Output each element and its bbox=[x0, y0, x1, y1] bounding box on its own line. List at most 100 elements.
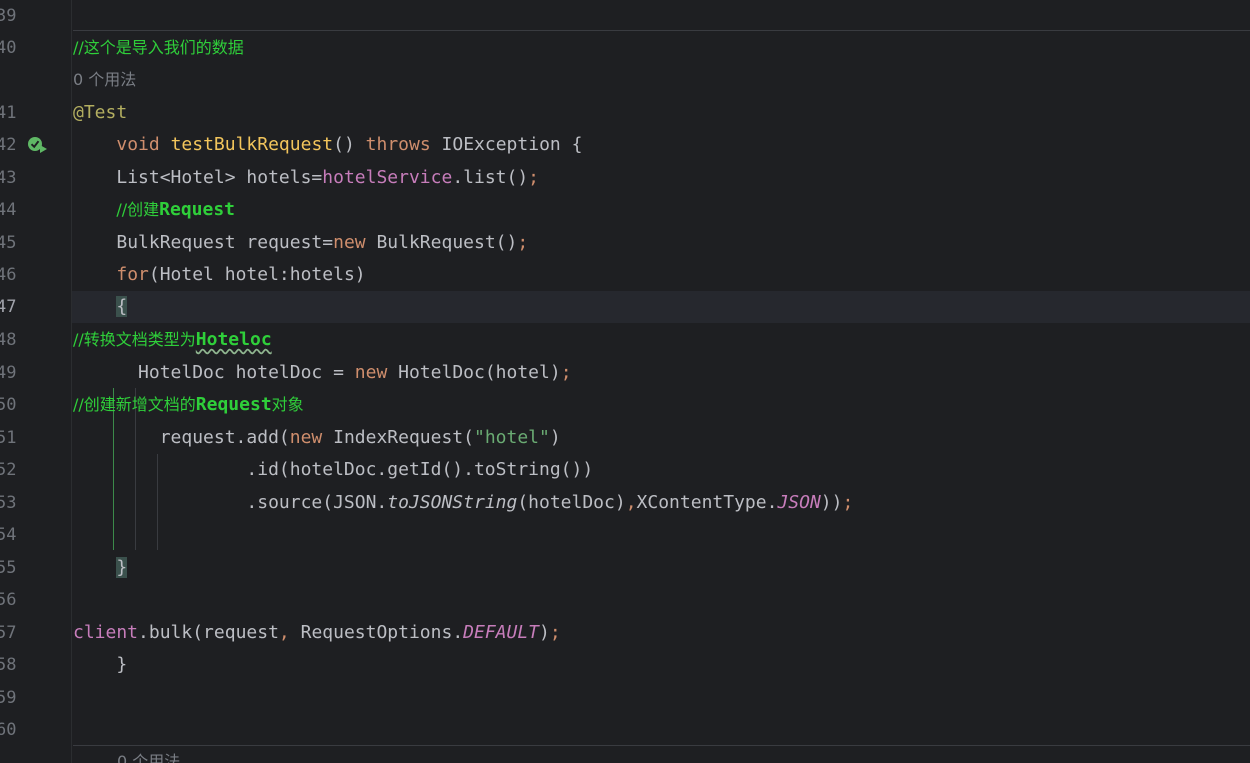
comment-bold: Request bbox=[159, 199, 236, 220]
code-text: .id(hotelDoc.getId().toString()) bbox=[246, 459, 594, 480]
static-field: JSON bbox=[777, 492, 821, 513]
code-text: ) bbox=[549, 427, 561, 448]
code-line-52[interactable]: .id(hotelDoc.getId().toString()) bbox=[73, 454, 593, 486]
semicolon: ; bbox=[528, 167, 540, 188]
comment: //创建 bbox=[116, 200, 160, 219]
code-line-51[interactable]: request.add(new IndexRequest("hotel") bbox=[73, 422, 561, 454]
current-line-highlight bbox=[72, 291, 1250, 323]
static-method-call: toJSONString bbox=[387, 492, 518, 513]
semicolon: ; bbox=[560, 362, 572, 383]
keyword: void bbox=[116, 134, 160, 155]
code-text: ) bbox=[539, 622, 550, 643]
code-line-58[interactable]: } bbox=[73, 649, 127, 681]
line-number: 50 bbox=[0, 395, 17, 415]
line-number: 44 bbox=[0, 200, 17, 220]
code-line-40[interactable]: //这个是导入我们的数据 bbox=[73, 32, 244, 64]
method-name: testBulkRequest bbox=[170, 134, 334, 155]
line-number: 51 bbox=[0, 428, 17, 448]
closing-brace: } bbox=[116, 654, 128, 675]
line-number-current: 47 bbox=[0, 297, 17, 317]
code-text: BulkRequest request= bbox=[116, 232, 334, 253]
line-number: 41 bbox=[0, 103, 17, 123]
comment: //转换文档类型为 bbox=[73, 330, 196, 349]
code-line-47[interactable]: { bbox=[73, 291, 128, 323]
comment-bold: Request bbox=[195, 394, 272, 415]
string-literal: "hotel" bbox=[473, 427, 550, 448]
line-number: 48 bbox=[0, 330, 17, 350]
code-text: (Hotel hotel:hotels) bbox=[148, 264, 366, 285]
matched-brace: } bbox=[116, 557, 128, 578]
annotation: @Test bbox=[73, 102, 128, 123]
comma: , bbox=[625, 492, 637, 513]
code-text: XContentType. bbox=[636, 492, 778, 513]
code-line-48[interactable]: //转换文档类型为Hoteloc bbox=[73, 324, 272, 356]
code-text: RequestOptions. bbox=[289, 622, 464, 643]
code-text: HotelDoc hotelDoc = bbox=[138, 362, 355, 383]
comment-bold-typo: Hoteloc bbox=[195, 329, 272, 350]
line-number: 53 bbox=[0, 493, 17, 513]
static-field: DEFAULT bbox=[463, 622, 540, 643]
code-text: .list() bbox=[452, 167, 529, 188]
gutter-separator bbox=[71, 0, 72, 763]
comment: 对象 bbox=[271, 395, 304, 414]
method-separator bbox=[73, 745, 1250, 746]
line-number: 39 bbox=[0, 6, 17, 26]
usages-hint[interactable]: 0 个用法 bbox=[73, 64, 136, 96]
comment: //创建新增文档的 bbox=[73, 395, 196, 414]
line-number: 55 bbox=[0, 558, 17, 578]
method-separator bbox=[73, 30, 1250, 31]
code-line-49[interactable]: HotelDoc hotelDoc = new HotelDoc(hotel); bbox=[73, 357, 572, 389]
comment: //这个是导入我们的数据 bbox=[73, 38, 244, 57]
code-text: .bulk(request bbox=[138, 622, 279, 643]
field-reference: client bbox=[73, 622, 139, 643]
line-number-gutter[interactable]: 39 40 41 42 43 44 45 46 47 48 49 50 51 5… bbox=[0, 0, 71, 763]
line-number: 49 bbox=[0, 363, 17, 383]
line-number: 46 bbox=[0, 265, 17, 285]
matched-brace: { bbox=[116, 296, 128, 317]
keyword: for bbox=[116, 264, 149, 285]
line-number: 59 bbox=[0, 688, 17, 708]
code-text: () bbox=[333, 134, 355, 155]
code-line-43[interactable]: List<Hotel> hotels=hotelService.list(); bbox=[73, 162, 539, 194]
line-number: 43 bbox=[0, 168, 17, 188]
code-text: IndexRequest( bbox=[322, 427, 474, 448]
keyword: throws bbox=[365, 134, 431, 155]
code-text: .source(JSON. bbox=[246, 492, 388, 513]
usages-hint[interactable]: 0 个用法 bbox=[117, 746, 180, 763]
semicolon: ; bbox=[517, 232, 529, 253]
code-line-53[interactable]: .source(JSON.toJSONString(hotelDoc),XCon… bbox=[73, 487, 853, 519]
field-reference: hotelService bbox=[322, 167, 453, 188]
comma: , bbox=[278, 622, 290, 643]
code-text: request.add( bbox=[159, 427, 290, 448]
line-number: 52 bbox=[0, 460, 17, 480]
line-number: 57 bbox=[0, 623, 17, 643]
code-text: (hotelDoc) bbox=[517, 492, 626, 513]
code-editor[interactable]: 39 40 41 42 43 44 45 46 47 48 49 50 51 5… bbox=[0, 0, 1250, 763]
run-test-passed-icon[interactable] bbox=[27, 136, 49, 154]
keyword: new bbox=[354, 362, 388, 383]
code-line-45[interactable]: BulkRequest request=new BulkRequest(); bbox=[73, 227, 528, 259]
code-text: )) bbox=[820, 492, 843, 513]
line-number: 54 bbox=[0, 525, 17, 545]
line-number: 45 bbox=[0, 233, 17, 253]
line-number: 56 bbox=[0, 590, 17, 610]
line-number: 42 bbox=[0, 135, 17, 155]
code-text: BulkRequest() bbox=[365, 232, 518, 253]
semicolon: ; bbox=[549, 622, 561, 643]
semicolon: ; bbox=[842, 492, 854, 513]
code-line-50[interactable]: //创建新增文档的Request对象 bbox=[73, 389, 304, 421]
code-line-46[interactable]: for(Hotel hotel:hotels) bbox=[73, 259, 366, 291]
keyword: new bbox=[289, 427, 323, 448]
line-number: 58 bbox=[0, 655, 17, 675]
code-line-41[interactable]: @Test bbox=[73, 97, 127, 129]
code-line-42[interactable]: void testBulkRequest() throws IOExceptio… bbox=[73, 129, 582, 161]
code-text: List<Hotel> hotels= bbox=[116, 167, 323, 188]
line-number: 40 bbox=[0, 38, 17, 58]
code-text: HotelDoc(hotel) bbox=[387, 362, 561, 383]
code-line-57[interactable]: client.bulk(request, RequestOptions.DEFA… bbox=[73, 617, 561, 649]
code-text: IOException { bbox=[441, 134, 583, 155]
code-line-44[interactable]: //创建Request bbox=[73, 194, 235, 226]
keyword: new bbox=[333, 232, 366, 253]
code-line-55[interactable]: } bbox=[73, 552, 128, 584]
line-number: 60 bbox=[0, 720, 17, 740]
